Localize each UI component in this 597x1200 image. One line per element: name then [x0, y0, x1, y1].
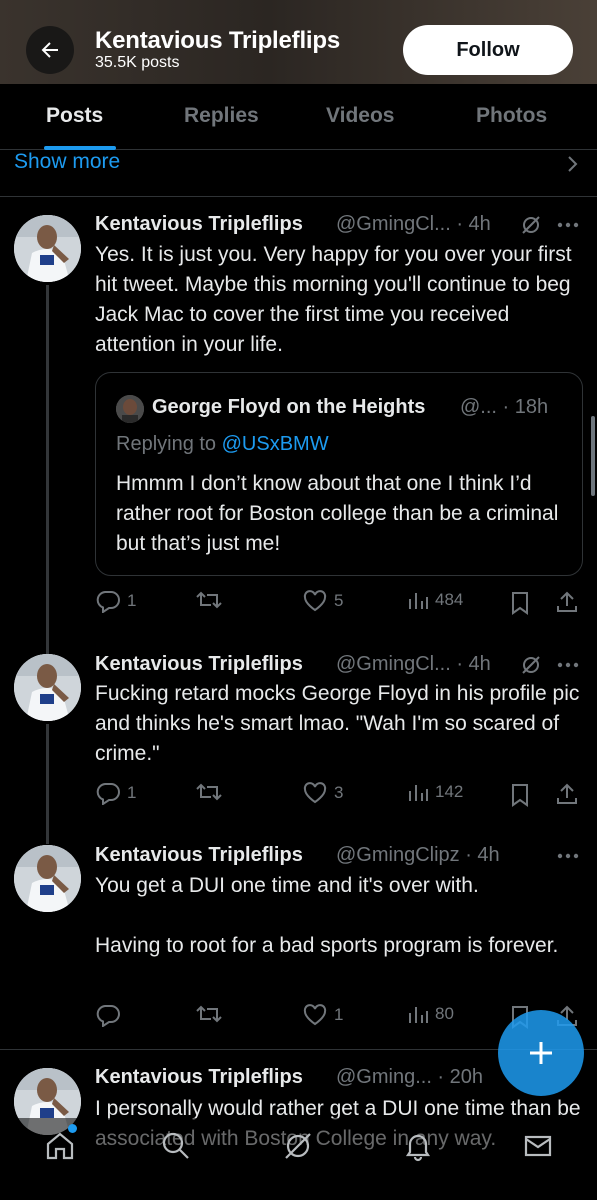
- bookmark-icon[interactable]: [510, 591, 530, 615]
- posts-count: 35.5K posts: [95, 54, 180, 71]
- views-icon: [409, 593, 428, 609]
- views-icon: [409, 1007, 428, 1023]
- compose-icon: [530, 1042, 552, 1064]
- repost-icon: [196, 1005, 222, 1023]
- repost-button[interactable]: [195, 1003, 223, 1025]
- show-more-link[interactable]: Show more: [14, 150, 120, 174]
- replying-to-mention[interactable]: @USxBMW: [222, 433, 329, 455]
- quote-author-name: George Floyd on the Heights: [152, 396, 426, 418]
- post-text: Fucking retard mocks George Floyd in his…: [95, 682, 580, 765]
- like-count: 3: [334, 783, 344, 802]
- home-notification-dot: [68, 1124, 77, 1133]
- more-icon[interactable]: [557, 222, 579, 228]
- quote-avatar: [116, 395, 144, 423]
- profile-name: Kentavious Tripleflips: [95, 27, 340, 54]
- reply-icon: [96, 1005, 120, 1027]
- tab-replies[interactable]: Replies: [184, 104, 259, 128]
- repost-icon: [196, 783, 222, 801]
- share-icon[interactable]: [555, 590, 579, 614]
- like-button[interactable]: 3: [302, 781, 343, 805]
- post-author-name[interactable]: Kentavious Tripleflips: [95, 1066, 303, 1089]
- views-button[interactable]: 142: [407, 781, 463, 803]
- post-author-name[interactable]: Kentavious Tripleflips: [95, 653, 303, 676]
- view-count: 142: [435, 782, 464, 801]
- tab-photos[interactable]: Photos: [476, 104, 547, 128]
- quoted-post[interactable]: George Floyd on the Heights @... · 18h R…: [95, 372, 583, 576]
- bottom-navigation: [0, 1118, 597, 1200]
- view-count: 484: [435, 590, 464, 609]
- grok-nav-icon[interactable]: [282, 1130, 314, 1162]
- bookmark-icon[interactable]: [510, 783, 530, 807]
- like-count: 1: [334, 1005, 344, 1024]
- messages-icon[interactable]: [522, 1130, 554, 1162]
- chevron-right-icon[interactable]: [566, 154, 580, 174]
- repost-button[interactable]: [195, 781, 223, 803]
- like-button[interactable]: 5: [302, 589, 343, 613]
- view-count: 80: [435, 1004, 454, 1023]
- thread-line: [46, 724, 49, 844]
- share-icon[interactable]: [555, 782, 579, 806]
- post-actions: 1 3 142: [95, 781, 585, 811]
- views-icon: [409, 785, 428, 801]
- scrollbar[interactable]: [591, 416, 595, 496]
- more-icon[interactable]: [557, 853, 579, 859]
- quote-text: Hmmm I don’t know about that one I think…: [116, 472, 559, 555]
- views-button[interactable]: 484: [407, 589, 463, 611]
- like-icon: [303, 782, 327, 804]
- quote-handle-time: @... · 18h: [460, 396, 549, 418]
- post-handle-time[interactable]: @GmingCl... · 4h: [336, 653, 491, 676]
- like-button[interactable]: 1: [302, 1003, 343, 1027]
- grok-icon[interactable]: [520, 214, 542, 236]
- post-text: Yes. It is just you. Very happy for you …: [95, 243, 572, 356]
- post-text: You get a DUI one time and it's over wit…: [95, 874, 559, 957]
- post-author-name[interactable]: Kentavious Tripleflips: [95, 844, 303, 867]
- post-actions: 1 5 484: [95, 589, 585, 619]
- reply-icon: [96, 591, 120, 613]
- reply-count: 1: [127, 783, 137, 802]
- like-count: 5: [334, 591, 344, 610]
- follow-button[interactable]: Follow: [403, 25, 573, 75]
- back-arrow-icon: [41, 42, 58, 58]
- post-handle-time[interactable]: @GmingClipz · 4h: [336, 844, 500, 867]
- tab-videos[interactable]: Videos: [326, 104, 394, 128]
- avatar[interactable]: [14, 215, 81, 282]
- reply-button[interactable]: 1: [95, 781, 136, 805]
- search-icon[interactable]: [160, 1130, 192, 1162]
- grok-icon[interactable]: [520, 654, 542, 676]
- post-handle-time[interactable]: @Gming... · 20h: [336, 1066, 483, 1089]
- profile-tabs: Posts Replies Videos Photos: [0, 84, 597, 150]
- profile-header: Kentavious Tripleflips 35.5K posts Follo…: [0, 0, 597, 84]
- home-icon[interactable]: [44, 1130, 76, 1162]
- notifications-icon[interactable]: [402, 1130, 434, 1162]
- post-author-name[interactable]: Kentavious Tripleflips: [95, 213, 303, 236]
- views-button[interactable]: 80: [407, 1003, 454, 1025]
- reply-icon: [96, 783, 120, 805]
- tab-posts[interactable]: Posts: [46, 104, 103, 128]
- reply-button[interactable]: [95, 1003, 121, 1027]
- replying-to: Replying to @USxBMW: [116, 433, 329, 455]
- reply-button[interactable]: 1: [95, 589, 136, 613]
- back-button[interactable]: [26, 26, 74, 74]
- like-icon: [303, 590, 327, 612]
- post-handle-time[interactable]: @GmingCl... · 4h: [336, 213, 491, 236]
- avatar[interactable]: [14, 654, 81, 721]
- reply-count: 1: [127, 591, 137, 610]
- like-icon: [303, 1004, 327, 1026]
- more-icon[interactable]: [557, 662, 579, 668]
- avatar[interactable]: [14, 845, 81, 912]
- repost-button[interactable]: [195, 589, 223, 611]
- repost-icon: [196, 591, 222, 609]
- thread-line: [46, 285, 49, 655]
- compose-button[interactable]: [498, 1010, 584, 1096]
- divider: [0, 196, 597, 197]
